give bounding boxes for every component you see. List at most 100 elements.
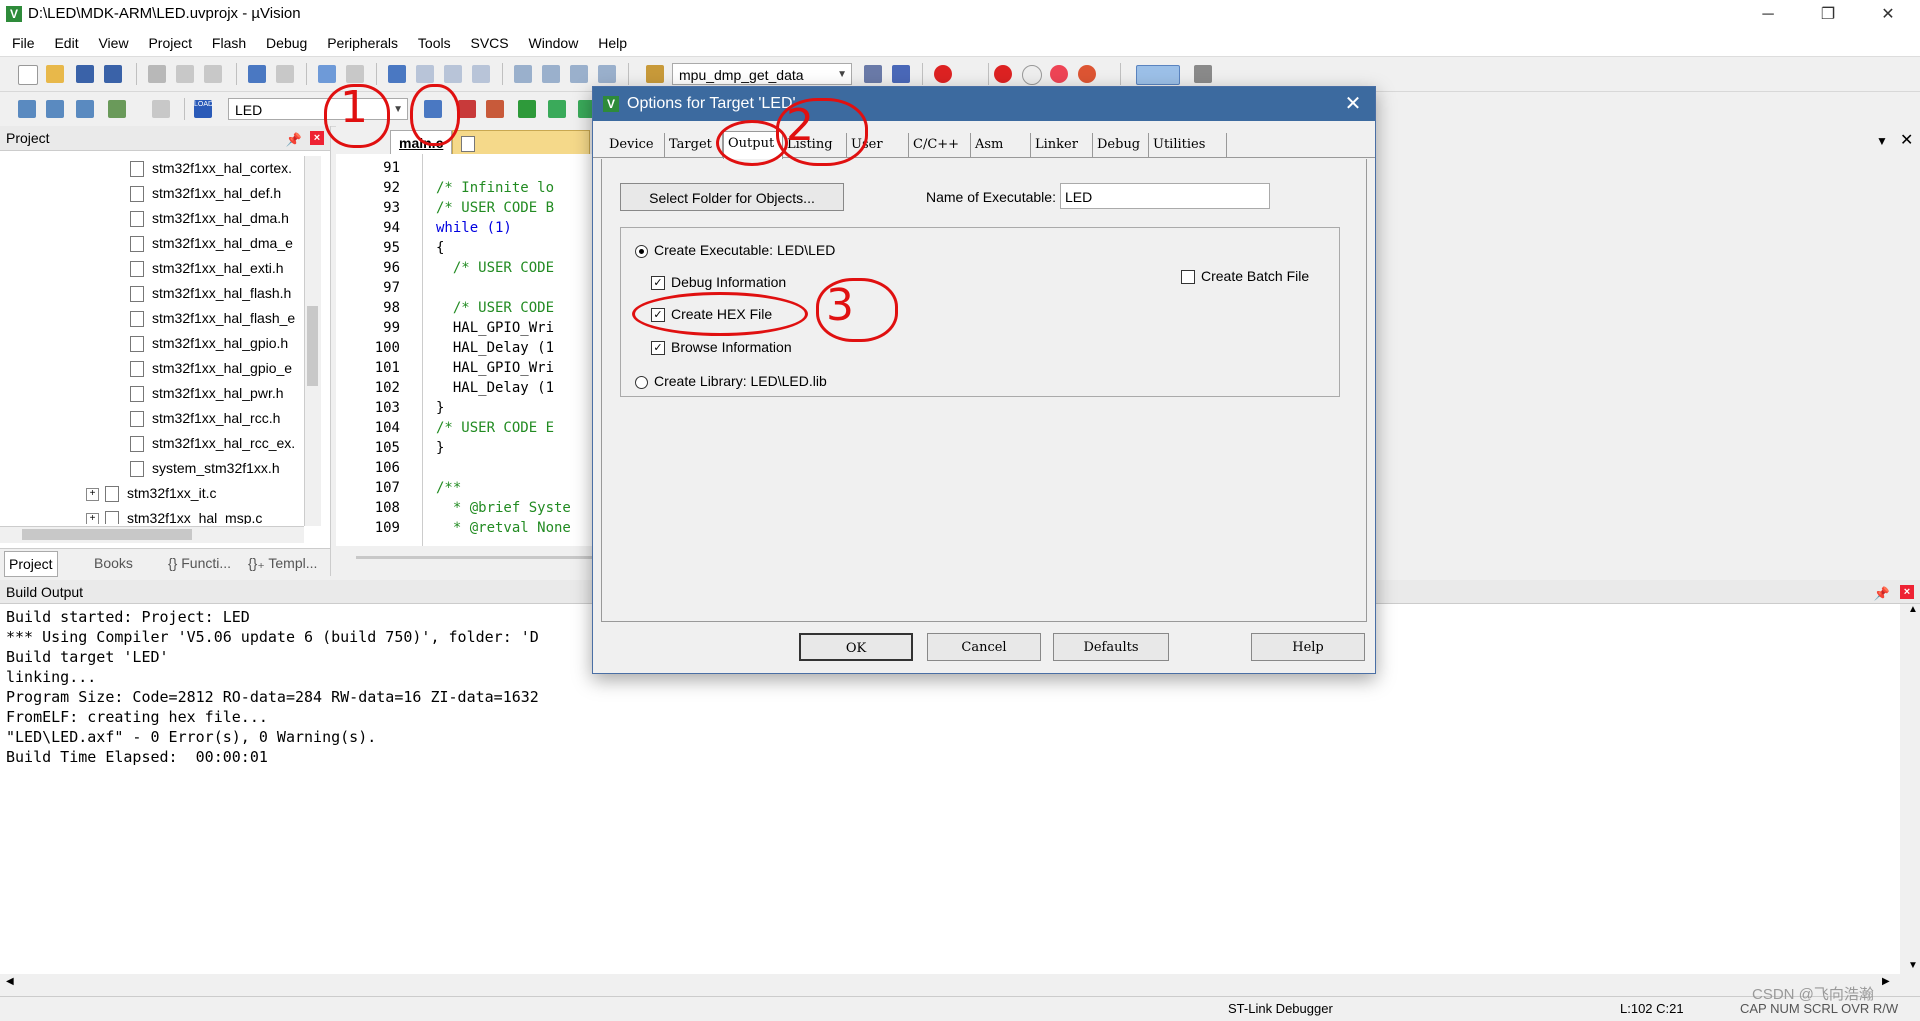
create-library-radio[interactable]: Create Library: LED\LED.lib xyxy=(635,373,827,389)
kill-breakpoints-icon[interactable] xyxy=(1078,65,1096,83)
dialog-close-button[interactable]: ✕ xyxy=(1339,91,1367,117)
debug-information-checkbox[interactable]: ✓ Debug Information xyxy=(651,274,786,291)
menu-debug[interactable]: Debug xyxy=(258,30,315,56)
defaults-button[interactable]: Defaults xyxy=(1053,633,1169,661)
comment-icon[interactable] xyxy=(570,65,588,83)
code-editor[interactable]: 91 92 /* Infinite lo 93 /* USER CODE B 94 whil… xyxy=(336,154,596,546)
build-vertical-scrollbar[interactable]: ▲ ▼ xyxy=(1902,604,1920,974)
tab-list-dropdown-icon[interactable]: ▼ xyxy=(1876,134,1888,148)
uncomment-icon[interactable] xyxy=(598,65,616,83)
tab-c-cpp[interactable]: C/C++ xyxy=(909,133,971,157)
cut-icon[interactable] xyxy=(148,65,166,83)
menu-view[interactable]: View xyxy=(90,30,136,56)
close-window-button[interactable]: ✕ xyxy=(1860,0,1916,30)
tree-file-item[interactable]: stm32f1xx_hal_gpio.h xyxy=(130,331,288,355)
redo-icon[interactable] xyxy=(276,65,294,83)
tab-hal-file[interactable]: stm32f1xx_hal_c xyxy=(452,130,590,156)
tree-file-item[interactable]: stm32f1xx_hal_dma_e xyxy=(130,231,293,255)
scroll-right-icon[interactable]: ▶ xyxy=(1882,976,1890,987)
rebuild-icon[interactable] xyxy=(76,100,94,118)
select-folder-button[interactable]: Select Folder for Objects... xyxy=(620,183,844,211)
tab-asm[interactable]: Asm xyxy=(971,133,1031,157)
tree-file-item[interactable]: stm32f1xx_hal_pwr.h xyxy=(130,381,284,405)
browse-information-checkbox[interactable]: ✓ Browse Information xyxy=(651,339,792,356)
cancel-button[interactable]: Cancel xyxy=(927,633,1041,661)
copy-icon[interactable] xyxy=(176,65,194,83)
tree-group-item[interactable]: + stm32f1xx_it.c xyxy=(86,481,216,505)
manage-rte-icon[interactable] xyxy=(486,100,504,118)
disable-all-breakpoints-icon[interactable] xyxy=(1050,65,1068,83)
tree-file-item[interactable]: stm32f1xx_hal_dma.h xyxy=(130,206,289,230)
tree-file-item[interactable]: stm32f1xx_hal_gpio_e xyxy=(130,356,292,380)
expand-icon[interactable]: + xyxy=(86,487,99,501)
tree-file-item[interactable]: stm32f1xx_hal_rcc_ex. xyxy=(130,431,295,455)
scroll-thumb[interactable] xyxy=(22,529,192,540)
debug-session-icon[interactable] xyxy=(934,65,952,83)
create-executable-radio[interactable]: Create Executable: LED\LED xyxy=(635,242,835,258)
tab-debug[interactable]: Debug xyxy=(1093,133,1149,157)
tab-device[interactable]: Device xyxy=(605,133,665,157)
new-file-icon[interactable] xyxy=(18,65,38,85)
batch-build-icon[interactable] xyxy=(108,100,126,118)
save-icon[interactable] xyxy=(76,65,94,83)
menu-help[interactable]: Help xyxy=(590,30,635,56)
tree-file-item[interactable]: system_stm32f1xx.h xyxy=(130,456,280,480)
menu-flash[interactable]: Flash xyxy=(204,30,254,56)
expand-icon[interactable]: + xyxy=(86,512,99,524)
tree-file-item[interactable]: stm32f1xx_hal_flash.h xyxy=(130,281,291,305)
editor-horizontal-scrollbar[interactable] xyxy=(356,556,596,559)
find-icon[interactable] xyxy=(864,65,882,83)
tree-group-item[interactable]: + stm32f1xx_hal_msp.c xyxy=(86,506,262,524)
scroll-left-icon[interactable]: ◀ xyxy=(6,976,14,987)
create-batch-file-checkbox[interactable]: Create Batch File xyxy=(1181,268,1309,285)
scroll-thumb[interactable] xyxy=(307,306,318,386)
menu-project[interactable]: Project xyxy=(140,30,200,56)
tab-functions[interactable]: {} Functi... xyxy=(164,551,235,575)
bookmark-icon[interactable] xyxy=(388,65,406,83)
undo-icon[interactable] xyxy=(248,65,266,83)
tree-vertical-scrollbar[interactable] xyxy=(304,156,321,526)
clear-bookmarks-icon[interactable] xyxy=(472,65,490,83)
unindent-icon[interactable] xyxy=(542,65,560,83)
pin-icon[interactable]: 📌 xyxy=(1874,582,1890,606)
open-folder-icon[interactable] xyxy=(46,65,64,83)
close-editor-icon[interactable]: ✕ xyxy=(1900,130,1913,150)
tree-file-item[interactable]: stm32f1xx_hal_cortex. xyxy=(130,156,292,180)
disable-breakpoint-icon[interactable] xyxy=(1022,65,1042,85)
tree-file-item[interactable]: stm32f1xx_hal_def.h xyxy=(130,181,281,205)
prev-bookmark-icon[interactable] xyxy=(416,65,434,83)
menu-peripherals[interactable]: Peripherals xyxy=(319,30,406,56)
pin-icon[interactable]: 📌 xyxy=(286,128,302,152)
minimize-button[interactable]: ─ xyxy=(1740,0,1796,30)
paste-icon[interactable] xyxy=(204,65,222,83)
tab-utilities[interactable]: Utilities xyxy=(1149,133,1227,157)
tab-templates[interactable]: {}₊ Templ... xyxy=(244,551,321,575)
menu-window[interactable]: Window xyxy=(521,30,587,56)
close-icon[interactable]: × xyxy=(1900,585,1914,599)
scroll-down-icon[interactable]: ▼ xyxy=(1908,960,1918,971)
nav-back-icon[interactable] xyxy=(318,65,336,83)
incremental-find-icon[interactable] xyxy=(892,65,910,83)
tab-target[interactable]: Target xyxy=(665,133,723,157)
manage-project-items-icon[interactable] xyxy=(458,100,476,118)
build-horizontal-scrollbar[interactable]: ◀ ▶ xyxy=(0,974,1902,992)
tree-horizontal-scrollbar[interactable] xyxy=(0,526,304,543)
menu-svcs[interactable]: SVCS xyxy=(463,30,517,56)
close-icon[interactable]: × xyxy=(310,131,324,145)
build-icon[interactable] xyxy=(46,100,64,118)
find-in-files-icon[interactable] xyxy=(646,65,664,83)
nav-forward-icon[interactable] xyxy=(346,65,364,83)
menu-tools[interactable]: Tools xyxy=(410,30,459,56)
restore-button[interactable]: ❐ xyxy=(1800,0,1856,30)
next-bookmark-icon[interactable] xyxy=(444,65,462,83)
tab-project[interactable]: Project xyxy=(4,551,58,577)
help-button[interactable]: Help xyxy=(1251,633,1365,661)
window-layout-icon[interactable] xyxy=(1136,65,1180,85)
tab-books[interactable]: Books xyxy=(90,551,137,575)
function-combo[interactable]: mpu_dmp_get_data ▼ xyxy=(672,63,852,85)
translate-icon[interactable] xyxy=(18,100,36,118)
name-of-executable-input[interactable]: LED xyxy=(1060,183,1270,209)
tree-file-item[interactable]: stm32f1xx_hal_exti.h xyxy=(130,256,284,280)
tree-file-item[interactable]: stm32f1xx_hal_rcc.h xyxy=(130,406,280,430)
menu-edit[interactable]: Edit xyxy=(46,30,86,56)
